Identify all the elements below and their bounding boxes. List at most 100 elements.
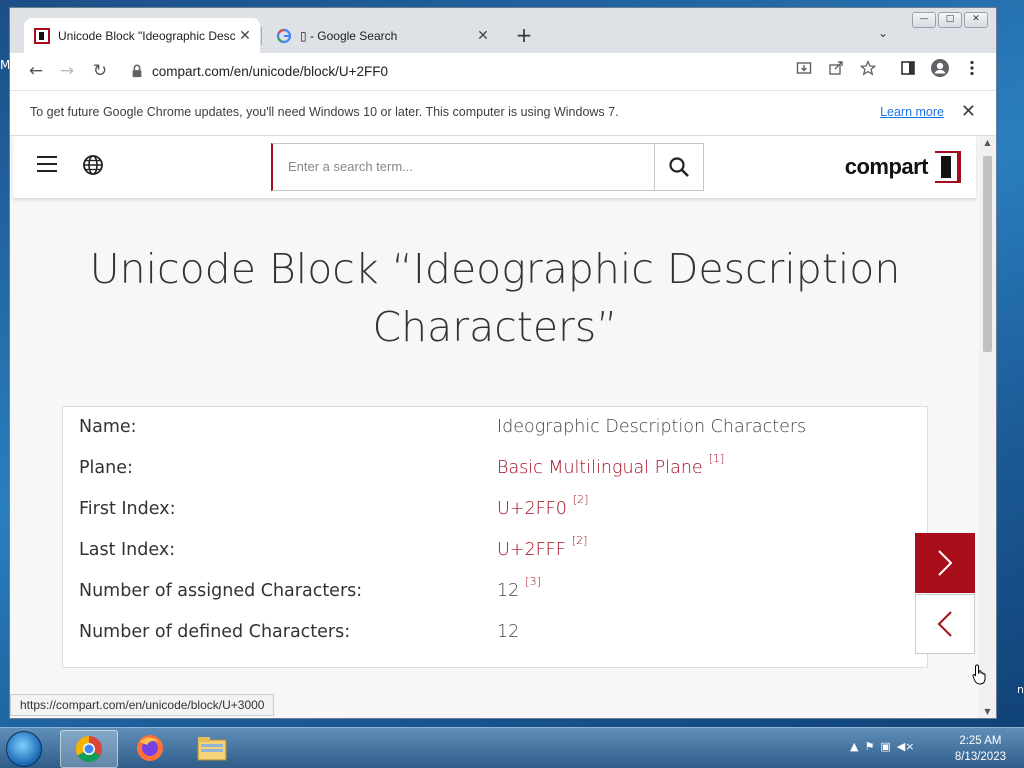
footnote-ref[interactable]: [1] bbox=[709, 452, 725, 465]
compart-logo-mark-icon bbox=[933, 151, 961, 183]
clock-date: 8/13/2023 bbox=[954, 751, 1006, 763]
lock-icon bbox=[132, 64, 142, 78]
tray-icons: ▲ ⚑ ▣ ◀× bbox=[850, 740, 914, 753]
bookmark-star-icon[interactable] bbox=[858, 58, 878, 78]
page-title-line2: Characters” bbox=[372, 303, 618, 351]
network-icon[interactable]: ▣ bbox=[880, 740, 890, 753]
learn-more-link[interactable]: Learn more bbox=[880, 105, 944, 119]
info-key: Number of defined Characters: bbox=[79, 622, 351, 642]
plane-link-wrap: Basic Multilingual Plane [1] bbox=[497, 452, 724, 478]
page-viewport: Enter a search term... compart Unicode B… bbox=[10, 136, 996, 718]
status-bubble: https://compart.com/en/unicode/block/U+3… bbox=[10, 694, 275, 716]
info-row-last-index: Last Index: U+2FFF [2] bbox=[79, 532, 911, 572]
show-hidden-icons-icon[interactable]: ▲ bbox=[850, 740, 858, 753]
folder-icon bbox=[197, 737, 227, 761]
search-icon bbox=[669, 157, 689, 177]
footnote-ref[interactable]: [2] bbox=[573, 493, 589, 506]
info-row-plane: Plane: Basic Multilingual Plane [1] bbox=[79, 450, 911, 490]
infobar-message: To get future Google Chrome updates, you… bbox=[30, 105, 619, 119]
compart-favicon-icon bbox=[34, 27, 50, 44]
info-row-assigned: Number of assigned Characters: 12 [3] bbox=[79, 573, 911, 613]
tab-search-chevron-icon[interactable]: ⌄ bbox=[878, 26, 888, 40]
clock-time: 2:25 AM bbox=[959, 735, 1002, 747]
compart-logo[interactable]: compart bbox=[845, 150, 962, 184]
clock[interactable]: 2:25 AM 8/13/2023 bbox=[955, 733, 1006, 765]
hamburger-menu-icon[interactable] bbox=[37, 156, 57, 177]
maximize-button[interactable]: □ bbox=[938, 12, 962, 28]
last-index-wrap: U+2FFF [2] bbox=[497, 534, 587, 560]
action-center-flag-icon[interactable]: ⚑ bbox=[864, 740, 874, 753]
close-window-button[interactable]: ✕ bbox=[964, 12, 988, 28]
search-button[interactable] bbox=[654, 144, 703, 190]
page-title-line1: Unicode Block “Ideographic Description bbox=[89, 245, 901, 293]
page-scrollbar[interactable]: ▲ ▼ bbox=[979, 136, 996, 718]
info-value: 12 bbox=[497, 622, 520, 642]
side-panel-icon[interactable] bbox=[898, 58, 918, 78]
reload-icon[interactable]: ↻ bbox=[88, 60, 112, 82]
infobar-close-icon[interactable]: ✕ bbox=[961, 101, 976, 122]
scrollbar-thumb[interactable] bbox=[983, 156, 992, 352]
footnote-ref[interactable]: [2] bbox=[572, 534, 588, 547]
chevron-left-icon bbox=[937, 611, 952, 637]
info-key: Last Index: bbox=[79, 540, 176, 560]
taskbar-chrome[interactable] bbox=[60, 730, 118, 768]
forward-arrow-icon[interactable]: → bbox=[55, 60, 79, 82]
page-title: Unicode Block “Ideographic Description C… bbox=[60, 240, 930, 356]
block-info-panel: Name: Ideographic Description Characters… bbox=[62, 406, 928, 668]
tab-title: Unicode Block "Ideographic Desc bbox=[58, 28, 236, 43]
volume-muted-icon[interactable]: ◀× bbox=[897, 740, 915, 753]
install-app-icon[interactable] bbox=[794, 58, 814, 78]
tab-title: ▯ - Google Search bbox=[300, 28, 398, 43]
desktop-edge-text: M bbox=[0, 58, 11, 72]
tab-strip: Unicode Block "Ideographic Desc ✕ ▯ - Go… bbox=[10, 8, 996, 53]
info-row-first-index: First Index: U+2FF0 [2] bbox=[79, 491, 911, 531]
tab-close-icon[interactable]: ✕ bbox=[474, 27, 492, 44]
info-value: 12 bbox=[497, 581, 520, 601]
footnote-ref[interactable]: [3] bbox=[525, 575, 541, 588]
taskbar-file-explorer[interactable] bbox=[184, 730, 240, 766]
tab-compart[interactable]: Unicode Block "Ideographic Desc ✕ bbox=[24, 18, 260, 53]
next-block-button[interactable] bbox=[915, 533, 975, 593]
search-input[interactable]: Enter a search term... bbox=[273, 144, 654, 190]
taskbar: ▲ ⚑ ▣ ◀× 2:25 AM 8/13/2023 bbox=[0, 727, 1024, 768]
info-row-defined: Number of defined Characters: 12 bbox=[79, 614, 911, 654]
new-tab-button[interactable]: + bbox=[512, 24, 536, 46]
taskbar-firefox[interactable] bbox=[122, 730, 178, 766]
info-key: Number of assigned Characters: bbox=[79, 581, 363, 601]
back-arrow-icon[interactable]: ← bbox=[24, 60, 48, 82]
address-url: compart.com/en/unicode/block/U+2FF0 bbox=[152, 63, 388, 79]
first-index-link[interactable]: U+2FF0 bbox=[497, 499, 567, 519]
scroll-up-icon[interactable]: ▲ bbox=[979, 138, 996, 147]
site-search: Enter a search term... bbox=[271, 143, 704, 191]
plane-link[interactable]: Basic Multilingual Plane bbox=[497, 458, 703, 478]
info-key: Name: bbox=[79, 417, 137, 437]
desktop-edge-text-right: n bbox=[1017, 683, 1024, 696]
share-icon[interactable] bbox=[826, 58, 846, 78]
minimize-button[interactable]: — bbox=[912, 12, 936, 28]
first-index-wrap: U+2FF0 [2] bbox=[497, 493, 588, 519]
chrome-icon bbox=[75, 735, 102, 763]
toolbar-icons bbox=[794, 58, 982, 78]
logo-text: compart bbox=[844, 154, 929, 179]
profile-avatar-icon[interactable] bbox=[930, 58, 950, 78]
firefox-icon bbox=[137, 735, 163, 761]
update-infobar: To get future Google Chrome updates, you… bbox=[10, 91, 996, 136]
menu-kebab-icon[interactable] bbox=[962, 58, 982, 78]
start-button[interactable] bbox=[6, 731, 42, 767]
address-bar[interactable]: compart.com/en/unicode/block/U+2FF0 bbox=[122, 57, 880, 85]
globe-icon[interactable] bbox=[82, 154, 104, 176]
hand-cursor-icon bbox=[972, 664, 986, 685]
info-key: Plane: bbox=[79, 458, 133, 478]
last-index-link[interactable]: U+2FFF bbox=[497, 540, 566, 560]
tab-google-search[interactable]: ▯ - Google Search ✕ bbox=[266, 18, 498, 53]
system-tray: ▲ ⚑ ▣ ◀× 2:25 AM 8/13/2023 bbox=[844, 728, 1024, 768]
info-key: First Index: bbox=[79, 499, 176, 519]
google-favicon-icon bbox=[276, 28, 292, 43]
tab-separator bbox=[261, 27, 262, 45]
info-row-name: Name: Ideographic Description Characters bbox=[79, 409, 911, 449]
previous-block-button[interactable] bbox=[915, 594, 975, 654]
scroll-down-icon[interactable]: ▼ bbox=[979, 707, 996, 716]
browser-toolbar: ← → ↻ compart.com/en/unicode/block/U+2FF… bbox=[10, 53, 996, 91]
window-controls: — □ ✕ bbox=[912, 12, 988, 28]
tab-close-icon[interactable]: ✕ bbox=[236, 27, 254, 44]
